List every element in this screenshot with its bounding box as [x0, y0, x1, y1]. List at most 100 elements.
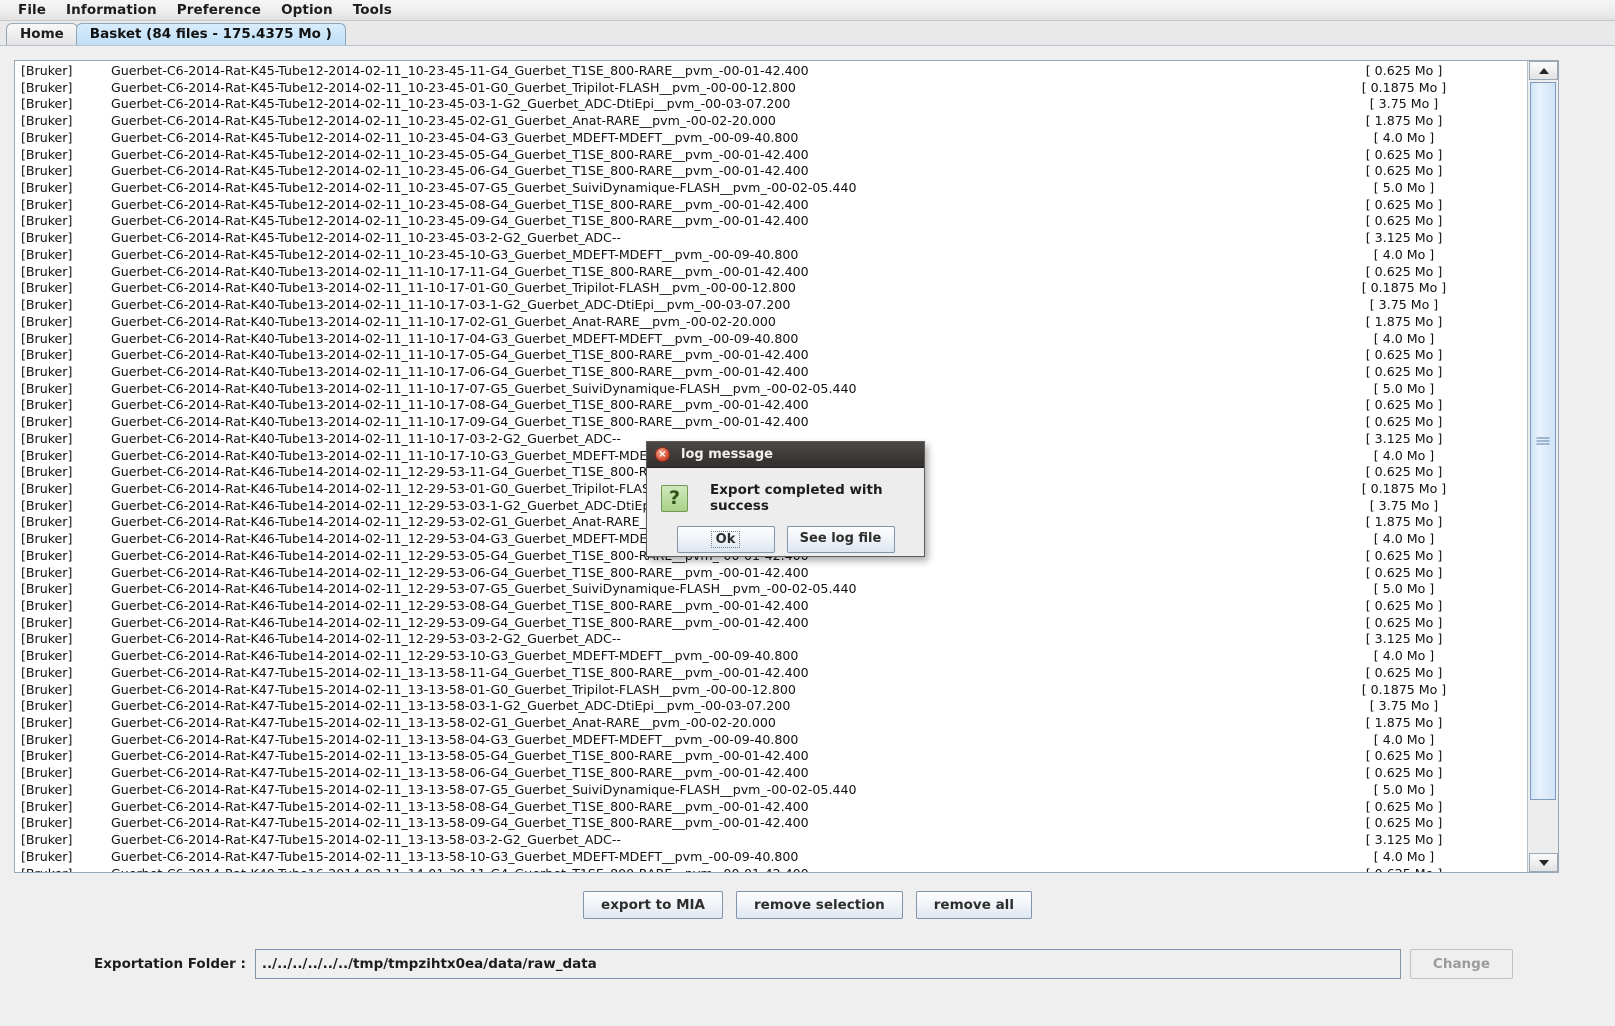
row-size: [ 5.0 Mo ] [1373, 180, 1435, 196]
menu-item-information[interactable]: Information [56, 1, 167, 19]
table-row[interactable]: [Bruker] Guerbet-C6-2014-Rat-K45-Tube12-2… [15, 96, 1528, 113]
scroll-up-arrow-icon [1538, 67, 1549, 74]
row-type: [Bruker] [21, 598, 73, 613]
row-name: Guerbet-C6-2014-Rat-K45-Tube12-2014-02-1… [111, 213, 809, 229]
table-row[interactable]: [Bruker] Guerbet-C6-2014-Rat-K45-Tube12-2… [15, 180, 1528, 197]
row-size: [ 0.625 Mo ] [1365, 815, 1443, 831]
row-type: [Bruker] [21, 798, 73, 814]
tab-basket[interactable]: Basket (84 files - 175.4375 Mo ) [75, 23, 346, 45]
table-row[interactable]: [Bruker] Guerbet-C6-2014-Rat-K47-Tube15-2… [15, 748, 1528, 765]
table-row[interactable]: [Bruker] Guerbet-C6-2014-Rat-K47-Tube15-2… [15, 665, 1528, 682]
table-row[interactable]: [Bruker] Guerbet-C6-2014-Rat-K45-Tube12-2… [15, 130, 1528, 147]
row-type: [Bruker] [21, 263, 73, 279]
row-name: Guerbet-C6-2014-Rat-K47-Tube15-2014-02-1… [111, 698, 791, 714]
table-row[interactable]: [Bruker] Guerbet-C6-2014-Rat-K45-Tube12-2… [15, 213, 1528, 230]
row-size: [ 0.625 Mo ] [1365, 196, 1443, 212]
row-size: [ 4.0 Mo ] [1373, 129, 1435, 145]
row-type: [Bruker] [21, 547, 73, 563]
row-name: Guerbet-C6-2014-Rat-K45-Tube12-2014-02-1… [111, 180, 857, 196]
remove-selection-button[interactable]: remove selection [736, 891, 903, 919]
menu-item-option[interactable]: Option [271, 1, 343, 19]
table-row[interactable]: [Bruker] Guerbet-C6-2014-Rat-K40-Tube13-2… [15, 364, 1528, 381]
table-row[interactable]: [Bruker] Guerbet-C6-2014-Rat-K47-Tube15-2… [15, 799, 1528, 816]
remove-all-button[interactable]: remove all [915, 891, 1032, 919]
row-size: [ 5.0 Mo ] [1373, 581, 1435, 597]
table-row[interactable]: [Bruker] Guerbet-C6-2014-Rat-K45-Tube12-2… [15, 230, 1528, 247]
table-row[interactable]: [Bruker] Guerbet-C6-2014-Rat-K46-Tube14-2… [15, 598, 1528, 615]
table-row[interactable]: [Bruker] Guerbet-C6-2014-Rat-K47-Tube15-2… [15, 849, 1528, 866]
row-type: [Bruker] [21, 430, 73, 446]
table-row[interactable]: [Bruker] Guerbet-C6-2014-Rat-K46-Tube14-2… [15, 565, 1528, 582]
table-row[interactable]: [Bruker] Guerbet-C6-2014-Rat-K40-Tube13-2… [15, 264, 1528, 281]
table-row[interactable]: [Bruker] Guerbet-C6-2014-Rat-K47-Tube15-2… [15, 815, 1528, 832]
dialog-ok-button[interactable]: Ok [676, 526, 775, 553]
row-type: [Bruker] [21, 715, 73, 731]
exportation-folder-input[interactable] [254, 949, 1401, 979]
row-type: [Bruker] [21, 230, 73, 246]
table-row[interactable]: [Bruker] Guerbet-C6-2014-Rat-K47-Tube15-2… [15, 732, 1528, 749]
table-row[interactable]: [Bruker] Guerbet-C6-2014-Rat-K45-Tube12-2… [15, 147, 1528, 164]
table-row[interactable]: [Bruker] Guerbet-C6-2014-Rat-K47-Tube15-2… [15, 682, 1528, 699]
row-type: [Bruker] [21, 363, 73, 379]
dialog-see-log-file-button[interactable]: See log file [786, 526, 895, 553]
row-name: Guerbet-C6-2014-Rat-K46-Tube14-2014-02-1… [111, 614, 809, 630]
table-row[interactable]: [Bruker] Guerbet-C6-2014-Rat-K47-Tube15-2… [15, 715, 1528, 732]
table-row[interactable]: [Bruker] Guerbet-C6-2014-Rat-K45-Tube12-2… [15, 247, 1528, 264]
tab-home[interactable]: Home [6, 23, 78, 45]
table-row[interactable]: [Bruker] Guerbet-C6-2014-Rat-K45-Tube12-2… [15, 113, 1528, 130]
menu-item-file[interactable]: File [8, 1, 56, 19]
table-row[interactable]: [Bruker] Guerbet-C6-2014-Rat-K40-Tube13-2… [15, 314, 1528, 331]
scroll-up-button[interactable] [1529, 61, 1558, 80]
table-row[interactable]: [Bruker] Guerbet-C6-2014-Rat-K40-Tube13-2… [15, 414, 1528, 431]
row-name: Guerbet-C6-2014-Rat-K47-Tube15-2014-02-1… [111, 731, 799, 747]
row-size: [ 0.625 Mo ] [1365, 363, 1443, 379]
close-icon[interactable]: × [655, 447, 670, 462]
row-type: [Bruker] [21, 731, 73, 747]
row-size: [ 0.625 Mo ] [1365, 263, 1443, 279]
exportation-folder-label: Exportation Folder : [94, 956, 246, 972]
row-name: Guerbet-C6-2014-Rat-K47-Tube15-2014-02-1… [111, 781, 857, 797]
table-row[interactable]: [Bruker] Guerbet-C6-2014-Rat-K46-Tube14-2… [15, 615, 1528, 632]
row-size: [ 3.125 Mo ] [1365, 832, 1443, 848]
row-size: [ 0.1875 Mo ] [1361, 480, 1447, 496]
row-size: [ 4.0 Mo ] [1373, 731, 1435, 747]
row-name: Guerbet-C6-2014-Rat-K40-Tube13-2014-02-1… [111, 280, 796, 296]
table-row[interactable]: [Bruker] Guerbet-C6-2014-Rat-K40-Tube13-2… [15, 280, 1528, 297]
row-name: Guerbet-C6-2014-Rat-K40-Tube13-2014-02-1… [111, 330, 799, 346]
scrollbar-thumb[interactable] [1530, 82, 1556, 800]
row-type: [Bruker] [21, 832, 73, 848]
table-row[interactable]: [Bruker] Guerbet-C6-2014-Rat-K40-Tube13-2… [15, 397, 1528, 414]
table-row[interactable]: [Bruker] Guerbet-C6-2014-Rat-K47-Tube15-2… [15, 698, 1528, 715]
table-row[interactable]: [Bruker] Guerbet-C6-2014-Rat-K45-Tube12-2… [15, 80, 1528, 97]
table-row[interactable]: [Bruker] Guerbet-C6-2014-Rat-K45-Tube12-2… [15, 63, 1528, 80]
table-row[interactable]: [Bruker] Guerbet-C6-2014-Rat-K46-Tube14-2… [15, 631, 1528, 648]
row-size: [ 4.0 Mo ] [1373, 246, 1435, 262]
table-row[interactable]: [Bruker] Guerbet-C6-2014-Rat-K40-Tube13-2… [15, 381, 1528, 398]
menu-item-tools[interactable]: Tools [343, 1, 402, 19]
table-row[interactable]: [Bruker] Guerbet-C6-2014-Rat-K40-Tube13-2… [15, 297, 1528, 314]
table-row[interactable]: [Bruker] Guerbet-C6-2014-Rat-K46-Tube14-2… [15, 648, 1528, 665]
row-name: Guerbet-C6-2014-Rat-K47-Tube15-2014-02-1… [111, 832, 621, 848]
menu-item-preference[interactable]: Preference [167, 1, 271, 19]
table-row[interactable]: [Bruker] Guerbet-C6-2014-Rat-K40-Tube13-2… [15, 347, 1528, 364]
menu-bar: File Information Preference Option Tools [0, 0, 1615, 21]
table-row[interactable]: [Bruker] Guerbet-C6-2014-Rat-K46-Tube14-2… [15, 581, 1528, 598]
table-row[interactable]: [Bruker] Guerbet-C6-2014-Rat-K47-Tube15-2… [15, 765, 1528, 782]
table-row[interactable]: [Bruker] Guerbet-C6-2014-Rat-K45-Tube12-2… [15, 163, 1528, 180]
table-row[interactable]: [Bruker] Guerbet-C6-2014-Rat-K47-Tube15-2… [15, 782, 1528, 799]
table-row[interactable]: [Bruker] Guerbet-C6-2014-Rat-K47-Tube15-2… [15, 832, 1528, 849]
row-name: Guerbet-C6-2014-Rat-K45-Tube12-2014-02-1… [111, 196, 809, 212]
row-size: [ 1.875 Mo ] [1365, 514, 1443, 530]
row-type: [Bruker] [21, 664, 73, 680]
row-type: [Bruker] [21, 414, 73, 430]
export-to-mia-button[interactable]: export to MIA [583, 891, 723, 919]
row-size: [ 4.0 Mo ] [1373, 447, 1435, 463]
change-folder-button[interactable]: Change [1409, 949, 1513, 979]
table-row[interactable]: [Bruker]Guerbet-C6-2014-Rat-K40-Tube16-2… [15, 866, 1528, 873]
row-size: [ 0.625 Mo ] [1365, 464, 1443, 480]
table-row[interactable]: [Bruker] Guerbet-C6-2014-Rat-K45-Tube12-2… [15, 197, 1528, 214]
dialog-see-log-label: See log file [799, 531, 882, 546]
scroll-down-button[interactable] [1529, 853, 1558, 872]
vertical-scrollbar[interactable] [1527, 61, 1558, 872]
table-row[interactable]: [Bruker] Guerbet-C6-2014-Rat-K40-Tube13-2… [15, 331, 1528, 348]
